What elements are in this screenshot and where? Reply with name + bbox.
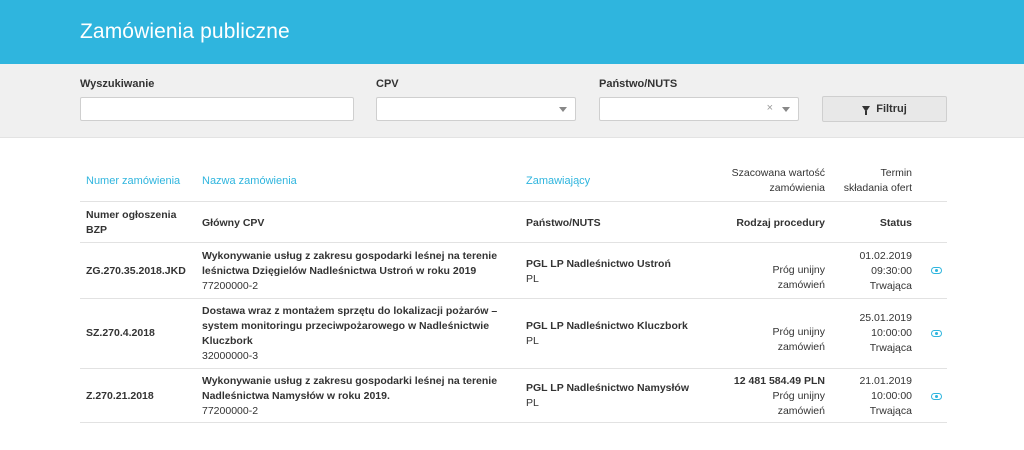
column-header-value-line2: zamówienia [769, 182, 825, 194]
eye-icon[interactable] [931, 330, 942, 337]
tender-buyer: PGL LP Nadleśnictwo Ustroń PL [526, 257, 671, 287]
tender-buyer: PGL LP Nadleśnictwo Kluczbork PL [526, 319, 688, 349]
procedure-line: Próg unijny [772, 264, 825, 276]
eye-icon[interactable] [931, 393, 942, 400]
search-input[interactable] [80, 97, 354, 121]
deadline-time: 10:00:00 [871, 390, 912, 402]
table-row[interactable]: ZG.270.35.2018.JKD Wykonywanie usług z z… [80, 243, 947, 299]
search-label: Wyszukiwanie [80, 78, 155, 90]
tender-name-line: leśnictwa Dzięgielów Nadleśnictwa Ustroń… [202, 265, 477, 277]
table-subheader-row: Numer ogłoszenia BZP Główny CPV Państwo/… [80, 202, 947, 243]
nuts-label: Państwo/NUTS [599, 78, 678, 90]
table-row[interactable]: Z.270.21.2018 Wykonywanie usług z zakres… [80, 369, 947, 423]
chevron-down-icon [559, 107, 567, 112]
tender-name-line: Kluczbork [202, 335, 253, 347]
tender-cpv: 77200000-2 [202, 280, 259, 292]
tender-cpv: 77200000-2 [202, 405, 259, 417]
deadline-time: 10:00:00 [871, 327, 912, 339]
buyer-name: PGL LP Nadleśnictwo Namysłów [526, 382, 689, 394]
table-header-row: Numer zamówienia Nazwa zamówienia Zamawi… [80, 158, 947, 202]
column-header-cpv: Główny CPV [202, 217, 265, 229]
column-header-deadline-line2: składania ofert [843, 182, 912, 194]
tender-name: Wykonywanie usług z zakresu gospodarki l… [202, 374, 497, 419]
tender-name-line: Wykonywanie usług z zakresu gospodarki l… [202, 375, 498, 387]
buyer-country: PL [526, 397, 539, 409]
tenders-table: Numer zamówienia Nazwa zamówienia Zamawi… [80, 158, 947, 423]
tender-value-procedure: Próg unijny zamówień [772, 325, 825, 355]
procedure-line: zamówień [777, 279, 825, 291]
cpv-label: CPV [376, 78, 399, 90]
column-header-bzp: Numer ogłoszenia BZP [86, 208, 176, 238]
column-header-value: Szacowana wartość zamówienia [732, 166, 825, 196]
column-header-deadline: Termin składania ofert [844, 166, 912, 196]
column-header-deadline-line1: Termin [880, 167, 912, 179]
procedure-line: Próg unijny [772, 326, 825, 338]
tender-buyer: PGL LP Nadleśnictwo Namysłów PL [526, 381, 689, 411]
tender-name: Wykonywanie usług z zakresu gospodarki l… [202, 249, 497, 294]
tender-name-line: Nadleśnictwa Namysłów w roku 2019. [202, 390, 390, 402]
column-header-bzp-line1: Numer ogłoszenia [86, 209, 177, 221]
tender-cpv: 32000000-3 [202, 350, 259, 362]
page-header: Zamówienia publiczne [0, 0, 1024, 64]
deadline-date: 21.01.2019 [859, 375, 912, 387]
column-header-buyer[interactable]: Zamawiający [526, 175, 590, 187]
tender-name: Dostawa wraz z montażem sprzętu do lokal… [202, 304, 497, 364]
deadline-date: 25.01.2019 [859, 312, 912, 324]
tender-name-line: Wykonywanie usług z zakresu gospodarki l… [202, 250, 498, 262]
buyer-name: PGL LP Nadleśnictwo Ustroń [526, 258, 671, 270]
column-header-name[interactable]: Nazwa zamówienia [202, 175, 297, 187]
tender-value-procedure: 12 481 584.49 PLN Próg unijny zamówień [734, 374, 825, 419]
nuts-select[interactable]: × [599, 97, 799, 121]
procedure-line: zamówień [777, 405, 825, 417]
tender-deadline: 01.02.2019 09:30:00 Trwająca [859, 249, 912, 294]
deadline-time: 09:30:00 [871, 265, 912, 277]
tender-name-line: Dostawa wraz z montażem sprzętu do lokal… [202, 305, 498, 317]
status-text: Trwająca [869, 280, 912, 292]
clear-icon[interactable]: × [767, 102, 773, 114]
column-header-number[interactable]: Numer zamówienia [86, 175, 180, 187]
tender-deadline: 21.01.2019 10:00:00 Trwająca [859, 374, 912, 419]
tender-value: 12 481 584.49 PLN [733, 375, 825, 387]
column-header-bzp-line2: BZP [86, 224, 107, 236]
tender-number: SZ.270.4.2018 [86, 327, 155, 339]
eye-icon[interactable] [931, 267, 942, 274]
tender-name-line: system monitoringu przeciwpożarowego w N… [202, 320, 490, 332]
column-header-nuts: Państwo/NUTS [526, 217, 601, 229]
column-header-procedure: Rodzaj procedury [736, 217, 825, 229]
filter-button[interactable]: Filtruj [822, 96, 947, 122]
tender-value-procedure: Próg unijny zamówień [772, 263, 825, 293]
buyer-country: PL [526, 335, 539, 347]
buyer-name: PGL LP Nadleśnictwo Kluczbork [526, 320, 688, 332]
tender-number: Z.270.21.2018 [86, 390, 154, 402]
column-header-value-line1: Szacowana wartość [731, 167, 825, 179]
filter-bar: Wyszukiwanie CPV Państwo/NUTS × Filtruj [0, 64, 1024, 138]
procedure-line: zamówień [777, 341, 825, 353]
column-header-status: Status [879, 217, 912, 229]
cpv-select[interactable] [376, 97, 576, 121]
procedure-line: Próg unijny [772, 390, 825, 402]
filter-button-label: Filtruj [876, 103, 907, 115]
table-row[interactable]: SZ.270.4.2018 Dostawa wraz z montażem sp… [80, 299, 947, 369]
buyer-country: PL [526, 273, 539, 285]
chevron-down-icon [782, 107, 790, 112]
tender-deadline: 25.01.2019 10:00:00 Trwająca [859, 311, 912, 356]
page-title: Zamówienia publiczne [80, 20, 290, 43]
deadline-date: 01.02.2019 [859, 250, 912, 262]
funnel-icon [862, 106, 871, 115]
tender-number: ZG.270.35.2018.JKD [86, 265, 186, 277]
status-text: Trwająca [869, 405, 912, 417]
status-text: Trwająca [869, 342, 912, 354]
